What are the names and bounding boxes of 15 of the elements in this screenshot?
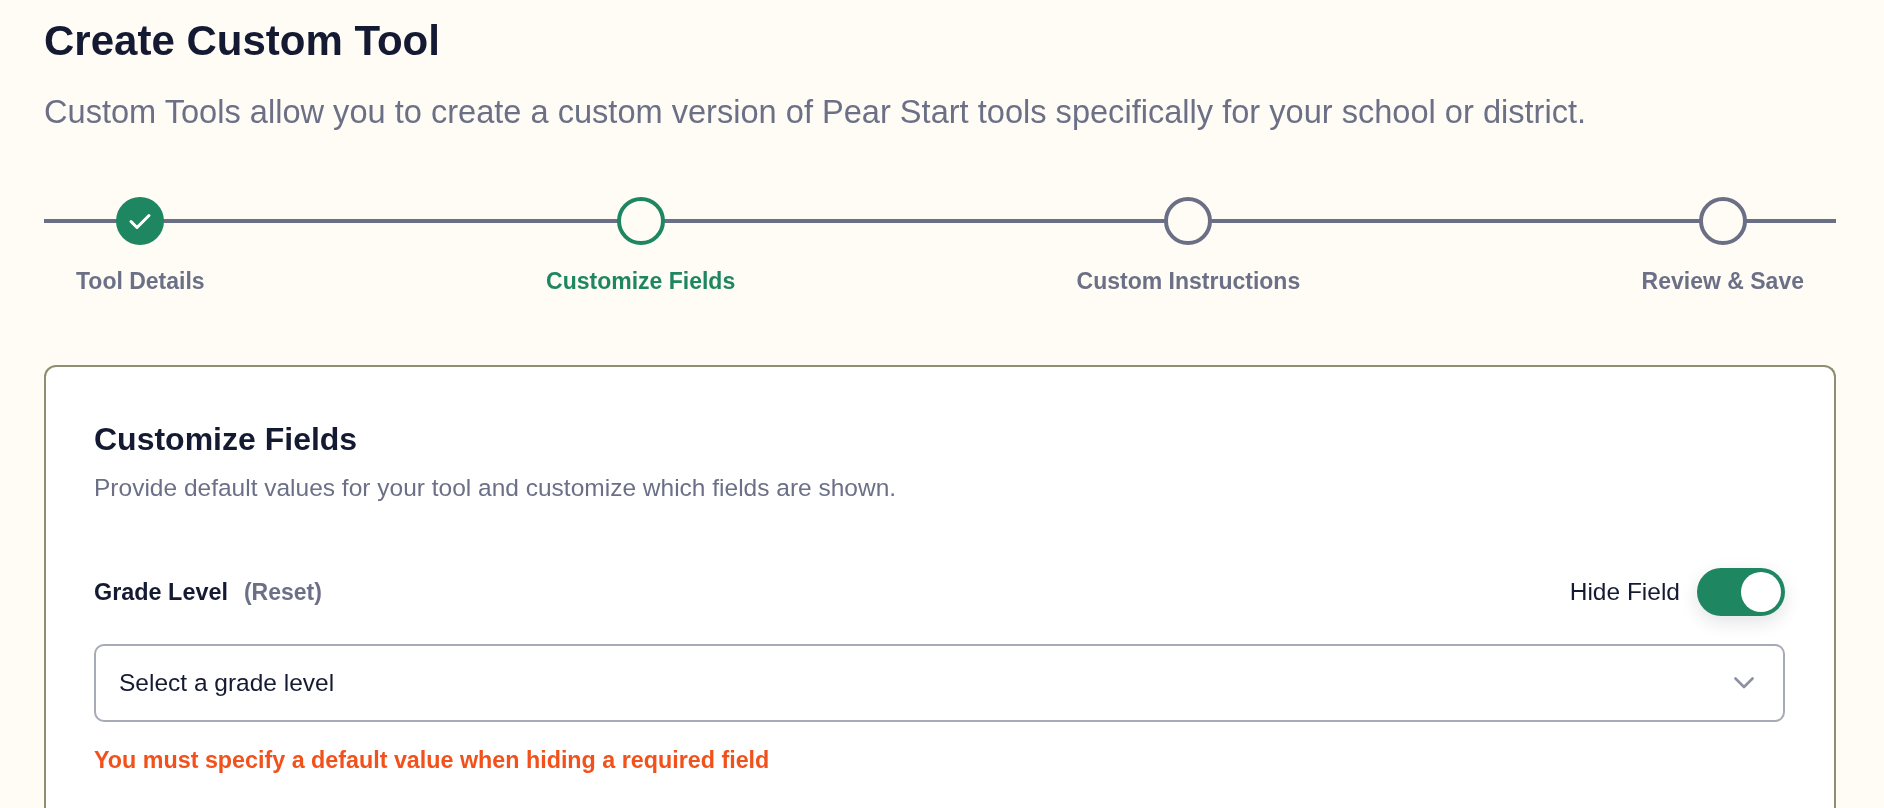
hide-field-toggle[interactable] [1697,568,1785,616]
card-description: Provide default values for your tool and customize which fields are shown. [94,473,898,503]
page-title: Create Custom Tool [44,16,441,65]
step-label: Review & Save [1641,267,1804,295]
step-label: Tool Details [76,267,205,295]
chevron-down-icon [1734,677,1754,689]
field-label: Grade Level [94,578,228,606]
step-label: Customize Fields [546,267,736,295]
step-label: Custom Instructions [1076,267,1301,295]
page-description: Custom Tools allow you to create a custom version of Pear Start tools specifically for your school or district. [44,93,1588,131]
error-message: You must specify a default value when hiding a required field [94,746,771,774]
grade-level-select[interactable]: Select a grade level [94,644,1785,722]
card-title: Customize Fields [94,420,359,459]
toggle-label: Hide Field [1569,578,1680,606]
reset-link[interactable]: (Reset) [243,578,322,606]
